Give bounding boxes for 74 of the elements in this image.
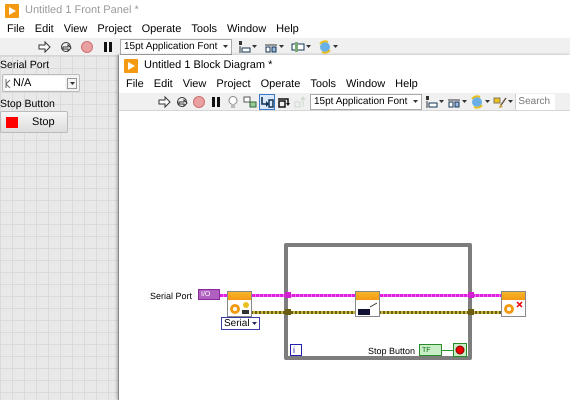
tunnel-icon — [285, 292, 291, 298]
run-continuously-icon[interactable] — [175, 94, 189, 108]
node-header — [228, 292, 251, 300]
menu-item[interactable]: Tools — [186, 21, 222, 38]
align-objects-menu-button[interactable] — [423, 94, 446, 110]
menu-item[interactable]: Edit — [30, 21, 59, 38]
window-title: Untitled 1 Block Diagram * — [144, 58, 272, 74]
menu-item[interactable]: Operate — [256, 76, 306, 93]
caret-icon — [252, 45, 258, 48]
caret-icon — [485, 100, 490, 103]
menu-item[interactable]: Window — [222, 21, 272, 38]
resource-field[interactable]: N/A — [2, 74, 80, 92]
align-objects-icon[interactable] — [424, 94, 438, 108]
stop-led-icon — [6, 116, 18, 128]
menu-item[interactable]: View — [178, 76, 212, 93]
read-function-glyph-icon — [356, 300, 379, 316]
resource-icon — [5, 78, 11, 88]
tunnel-icon — [285, 309, 291, 315]
menu-item[interactable]: View — [58, 21, 92, 38]
node-header — [356, 292, 379, 300]
caret-icon — [70, 82, 74, 84]
caret-icon — [252, 322, 257, 325]
caret-icon — [413, 100, 418, 103]
window-title: Untitled 1 Front Panel * — [25, 3, 139, 18]
menu-item[interactable]: Help — [390, 76, 423, 93]
font-dropdown[interactable]: 15pt Application Font — [120, 38, 232, 54]
enum-constant[interactable]: Serial — [221, 317, 260, 330]
caret-icon — [462, 100, 468, 103]
run-continuously-icon[interactable] — [59, 40, 73, 54]
search-field[interactable]: Search — [515, 94, 556, 110]
node-header — [502, 292, 525, 300]
control-label: Serial Port — [0, 58, 50, 73]
run-arrow-icon[interactable] — [38, 40, 52, 54]
lightbulb-icon — [226, 94, 240, 108]
app-logo-icon — [5, 4, 19, 18]
font-dropdown[interactable]: 15pt Application Font — [310, 94, 422, 110]
caret-icon — [333, 45, 338, 48]
control-label: Stop Button — [0, 97, 55, 112]
menu-item[interactable]: Tools — [305, 76, 342, 93]
cleanup-broom-icon[interactable] — [493, 94, 508, 108]
menu-item[interactable]: Project — [211, 76, 256, 93]
probe-button[interactable] — [242, 94, 258, 110]
wire — [442, 350, 453, 351]
align-objects-icon[interactable] — [237, 40, 252, 54]
stop-condition-icon — [453, 343, 467, 357]
terminal-label: Stop Button — [368, 345, 416, 358]
menu-item[interactable]: File — [2, 21, 30, 38]
terminal-label: Serial Port — [150, 290, 192, 303]
probe-icon — [243, 94, 257, 108]
menu-item[interactable]: File — [121, 76, 149, 93]
step-into-button[interactable] — [259, 94, 275, 110]
iteration-terminal: i — [290, 344, 302, 356]
caret-icon — [279, 45, 284, 48]
pause-icon[interactable] — [101, 40, 115, 54]
tunnel-icon — [468, 292, 474, 298]
pause-icon[interactable] — [209, 94, 223, 108]
run-arrow-icon[interactable] — [158, 94, 172, 108]
stop-button[interactable]: Stop — [0, 111, 68, 133]
step-out-icon — [294, 94, 308, 108]
dropdown-button[interactable] — [67, 78, 77, 88]
step-into-icon — [260, 94, 274, 108]
caret-icon — [306, 45, 312, 48]
menu-item[interactable]: Help — [271, 21, 304, 38]
caret-icon — [223, 45, 228, 48]
menu-item[interactable]: Project — [92, 21, 137, 38]
abort-circle-icon[interactable] — [80, 40, 94, 54]
menu-item[interactable]: Edit — [148, 76, 178, 93]
caret-icon — [508, 100, 514, 103]
menu-item[interactable]: Window — [341, 76, 390, 93]
resize-objects-icon[interactable] — [291, 40, 306, 54]
menu-item[interactable]: Operate — [136, 21, 186, 38]
tunnel-icon — [468, 309, 474, 315]
app-logo-icon — [124, 58, 138, 72]
caret-icon — [439, 100, 444, 103]
